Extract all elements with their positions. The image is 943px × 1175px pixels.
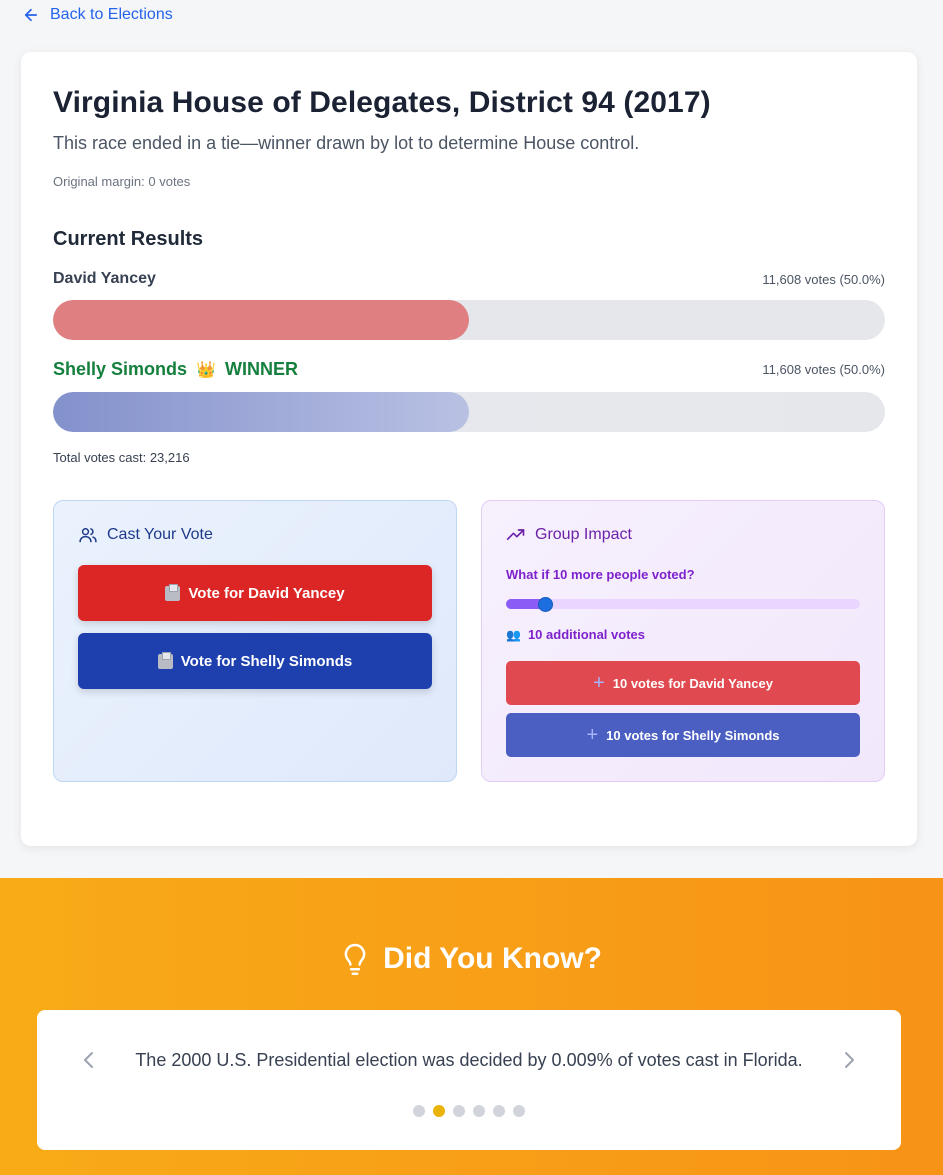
vote-simonds-button[interactable]: Vote for Shelly Simonds bbox=[78, 633, 432, 689]
candidate-votes: 11,608 votes (50.0%) bbox=[762, 271, 885, 287]
next-fact-button[interactable] bbox=[837, 1048, 861, 1072]
group-question: What if 10 more people voted? bbox=[506, 567, 695, 582]
fact-carousel: The 2000 U.S. Presidential election was … bbox=[37, 1010, 901, 1150]
candidate-row-yancey: David Yancey 11,608 votes (50.0%) bbox=[53, 270, 885, 288]
trending-up-icon bbox=[506, 529, 525, 540]
group-impact-title: Group Impact bbox=[535, 526, 632, 543]
ballot-box-icon bbox=[157, 651, 173, 669]
carousel-dot[interactable] bbox=[453, 1105, 465, 1117]
group-button-label: 10 votes for David Yancey bbox=[612, 675, 773, 691]
ballot-box-icon bbox=[165, 583, 181, 601]
cast-vote-header: Cast Your Vote bbox=[78, 525, 432, 545]
group-size-slider[interactable] bbox=[506, 597, 860, 612]
cast-vote-title: Cast Your Vote bbox=[107, 526, 213, 543]
winner-badge: WINNER bbox=[225, 359, 298, 379]
vote-bar-fill bbox=[53, 300, 469, 340]
lightbulb-icon bbox=[344, 943, 366, 975]
people-icon: 👥 bbox=[506, 627, 521, 642]
chevron-right-icon bbox=[845, 1052, 854, 1068]
candidate-row-simonds: Shelly Simonds 👑 WINNER 11,608 votes (50… bbox=[53, 359, 885, 380]
chevron-left-icon bbox=[84, 1052, 93, 1068]
carousel-dot[interactable] bbox=[413, 1105, 425, 1117]
group-vote-simonds-button[interactable]: + 10 votes for Shelly Simonds bbox=[506, 713, 860, 757]
total-votes: Total votes cast: 23,216 bbox=[53, 450, 190, 465]
candidate-name-winner: Shelly Simonds 👑 WINNER bbox=[53, 359, 298, 380]
candidate-votes: 11,608 votes (50.0%) bbox=[762, 362, 885, 377]
candidate-name: David Yancey bbox=[53, 270, 156, 287]
vote-button-label: Vote for Shelly Simonds bbox=[180, 652, 353, 670]
did-you-know-title: Did You Know? bbox=[383, 942, 602, 975]
candidate-name: Shelly Simonds bbox=[53, 359, 188, 379]
vote-bar-yancey bbox=[53, 300, 885, 340]
plus-icon: + bbox=[586, 724, 599, 746]
results-heading: Current Results bbox=[53, 228, 204, 250]
carousel-dot[interactable] bbox=[493, 1105, 505, 1117]
vote-bar-fill bbox=[53, 392, 469, 432]
carousel-dot[interactable] bbox=[513, 1105, 525, 1117]
original-margin: Original margin: 0 votes bbox=[53, 174, 191, 189]
previous-fact-button[interactable] bbox=[77, 1048, 101, 1072]
plus-icon: + bbox=[593, 672, 605, 694]
cast-vote-panel: Cast Your Vote Vote for David Yancey Vot… bbox=[53, 500, 457, 782]
election-card: Virginia House of Delegates, District 94… bbox=[21, 52, 917, 846]
vote-button-label: Vote for David Yancey bbox=[188, 584, 345, 602]
carousel-dot[interactable] bbox=[433, 1105, 445, 1117]
group-impact-header: Group Impact bbox=[506, 525, 860, 545]
election-subtitle: This race ended in a tie—winner drawn by… bbox=[53, 133, 640, 153]
back-to-elections-link[interactable]: Back to Elections bbox=[22, 6, 173, 24]
group-impact-panel: Group Impact What if 10 more people vote… bbox=[481, 500, 885, 782]
fact-text: The 2000 U.S. Presidential election was … bbox=[135, 1050, 803, 1070]
additional-votes: 👥 10 additional votes bbox=[506, 627, 645, 642]
back-link-label: Back to Elections bbox=[50, 6, 173, 23]
vote-yancey-button[interactable]: Vote for David Yancey bbox=[78, 565, 432, 621]
election-title: Virginia House of Delegates, District 94… bbox=[53, 86, 711, 119]
crown-icon: 👑 bbox=[196, 362, 216, 379]
group-button-label: 10 votes for Shelly Simonds bbox=[606, 727, 780, 743]
group-vote-yancey-button[interactable]: + 10 votes for David Yancey bbox=[506, 661, 860, 705]
carousel-dots bbox=[37, 1105, 901, 1117]
carousel-dot[interactable] bbox=[473, 1105, 485, 1117]
slider-thumb[interactable] bbox=[537, 597, 553, 612]
did-you-know-section: Did You Know? The 2000 U.S. Presidential… bbox=[0, 878, 943, 1175]
arrow-left-icon bbox=[24, 8, 38, 22]
additional-votes-label: 10 additional votes bbox=[527, 627, 645, 642]
users-icon bbox=[79, 528, 97, 543]
did-you-know-header: Did You Know? bbox=[0, 942, 943, 976]
vote-bar-simonds bbox=[53, 392, 885, 432]
